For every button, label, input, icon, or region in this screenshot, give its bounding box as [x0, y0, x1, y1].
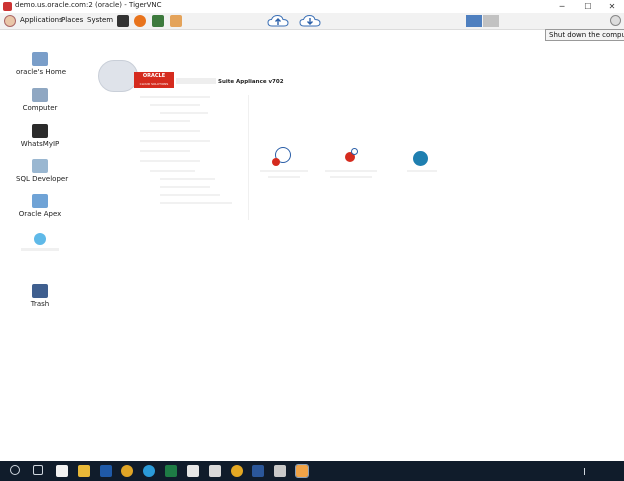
oracle-brand: ORACLE — [142, 73, 166, 79]
files-launcher-icon[interactable] — [170, 15, 182, 27]
menu-places[interactable]: Places — [61, 16, 83, 24]
desktop-icon-label: SQL Developer — [16, 175, 69, 183]
tile-label — [260, 170, 308, 172]
tile-label — [268, 176, 300, 178]
desktop-icon-sql-developer[interactable]: SQL Developer — [16, 159, 69, 183]
cloud-logo-icon — [98, 60, 138, 92]
desktop-icon-label: oracle's Home — [16, 68, 67, 76]
nav-tree-item[interactable] — [160, 112, 208, 114]
workspace-1[interactable] — [466, 15, 482, 27]
nav-tree-item[interactable] — [140, 130, 200, 132]
gnome-panel: Applications Places System — [0, 13, 624, 30]
tile-label — [407, 170, 437, 172]
desktop-icon-oracle-apex[interactable]: Oracle Apex — [16, 194, 64, 218]
show-desktop-button[interactable] — [584, 468, 585, 475]
oracle-logo: ORACLE CLOUD SOLUTIONS — [134, 72, 174, 88]
tile-label — [325, 170, 377, 172]
computer-icon — [32, 88, 48, 102]
firefox-launcher-icon[interactable] — [134, 15, 146, 27]
app-icon — [34, 233, 46, 245]
workspace-2[interactable] — [483, 15, 499, 27]
nav-tree-item[interactable] — [160, 178, 215, 180]
cloud-upload-icon[interactable] — [267, 14, 289, 28]
chrome-icon[interactable] — [121, 465, 133, 477]
shutdown-tooltip: Shut down the computer — [545, 29, 624, 41]
desktop-icon-blurred[interactable] — [16, 233, 64, 251]
desktop-icon-label: Computer — [22, 104, 58, 112]
suite-title: Suite Appliance v702 — [218, 79, 284, 85]
menu-applications[interactable]: Applications — [20, 16, 63, 24]
word-icon[interactable] — [252, 465, 264, 477]
cloud-download-icon[interactable] — [299, 14, 321, 28]
tigervnc-taskbar-icon[interactable] — [295, 464, 309, 478]
apex-icon — [32, 194, 48, 208]
desktop-icon-label: WhatsMyIP — [20, 140, 60, 148]
close-button[interactable]: ✕ — [602, 0, 622, 13]
nav-tree-item[interactable] — [140, 150, 190, 152]
power-icon[interactable] — [610, 15, 621, 26]
desktop-icon-computer[interactable]: Computer — [16, 88, 64, 112]
file-explorer-icon[interactable] — [78, 465, 90, 477]
menu-system[interactable]: System — [87, 16, 113, 24]
desktop-icon-label: Oracle Apex — [18, 210, 62, 218]
window-title: demo.us.oracle.com:2 (oracle) - TigerVNC — [15, 1, 162, 9]
trash-icon — [32, 284, 48, 298]
windows-taskbar — [0, 461, 624, 481]
user-avatar-icon[interactable] — [4, 15, 16, 27]
home-folder-icon — [32, 52, 48, 66]
firefox-icon[interactable] — [231, 465, 243, 477]
task-view-icon[interactable] — [33, 465, 43, 475]
nav-tree-item[interactable] — [150, 120, 190, 122]
nav-tree-item[interactable] — [140, 160, 200, 162]
nav-tree-item[interactable] — [160, 194, 220, 196]
terminal-icon — [32, 124, 48, 138]
monitor-launcher-icon[interactable] — [152, 15, 164, 27]
network-icon — [351, 148, 358, 155]
blurred-title — [176, 78, 216, 84]
desktop-icon-home[interactable]: oracle's Home — [16, 52, 67, 76]
link-tile-icon[interactable] — [413, 151, 428, 166]
nav-tree-item[interactable] — [150, 170, 195, 172]
nav-tree-item[interactable] — [160, 186, 210, 188]
desktop-icon-label: Trash — [30, 300, 50, 308]
search-icon[interactable] — [10, 465, 20, 475]
tigervnc-icon — [3, 2, 12, 11]
nav-tree-item[interactable] — [140, 96, 210, 98]
desktop-icon-whatsmyip[interactable]: WhatsMyIP — [16, 124, 64, 148]
calculator-icon[interactable] — [187, 465, 199, 477]
notepad-icon[interactable] — [56, 465, 68, 477]
terminal-launcher-icon[interactable] — [117, 15, 129, 27]
content-divider — [248, 95, 249, 220]
oracle-brand-sub: CLOUD SOLUTIONS — [139, 82, 169, 86]
outlook-icon[interactable] — [100, 465, 112, 477]
nav-tree-item[interactable] — [140, 140, 210, 142]
snipping-tool-icon[interactable] — [274, 465, 286, 477]
excel-icon[interactable] — [165, 465, 177, 477]
desktop-icon-trash[interactable]: Trash — [16, 284, 64, 308]
maximize-button[interactable]: ☐ — [578, 0, 598, 13]
window-titlebar: demo.us.oracle.com:2 (oracle) - TigerVNC… — [0, 0, 624, 14]
onenote-icon[interactable] — [209, 465, 221, 477]
minimize-button[interactable]: ─ — [552, 0, 572, 13]
status-badge-icon — [272, 158, 280, 166]
blurred-label — [21, 248, 59, 251]
sql-developer-icon — [32, 159, 48, 173]
tile-label — [330, 176, 372, 178]
nav-tree-item[interactable] — [150, 104, 200, 106]
nav-tree-item[interactable] — [160, 202, 232, 204]
edge-icon[interactable] — [143, 465, 155, 477]
